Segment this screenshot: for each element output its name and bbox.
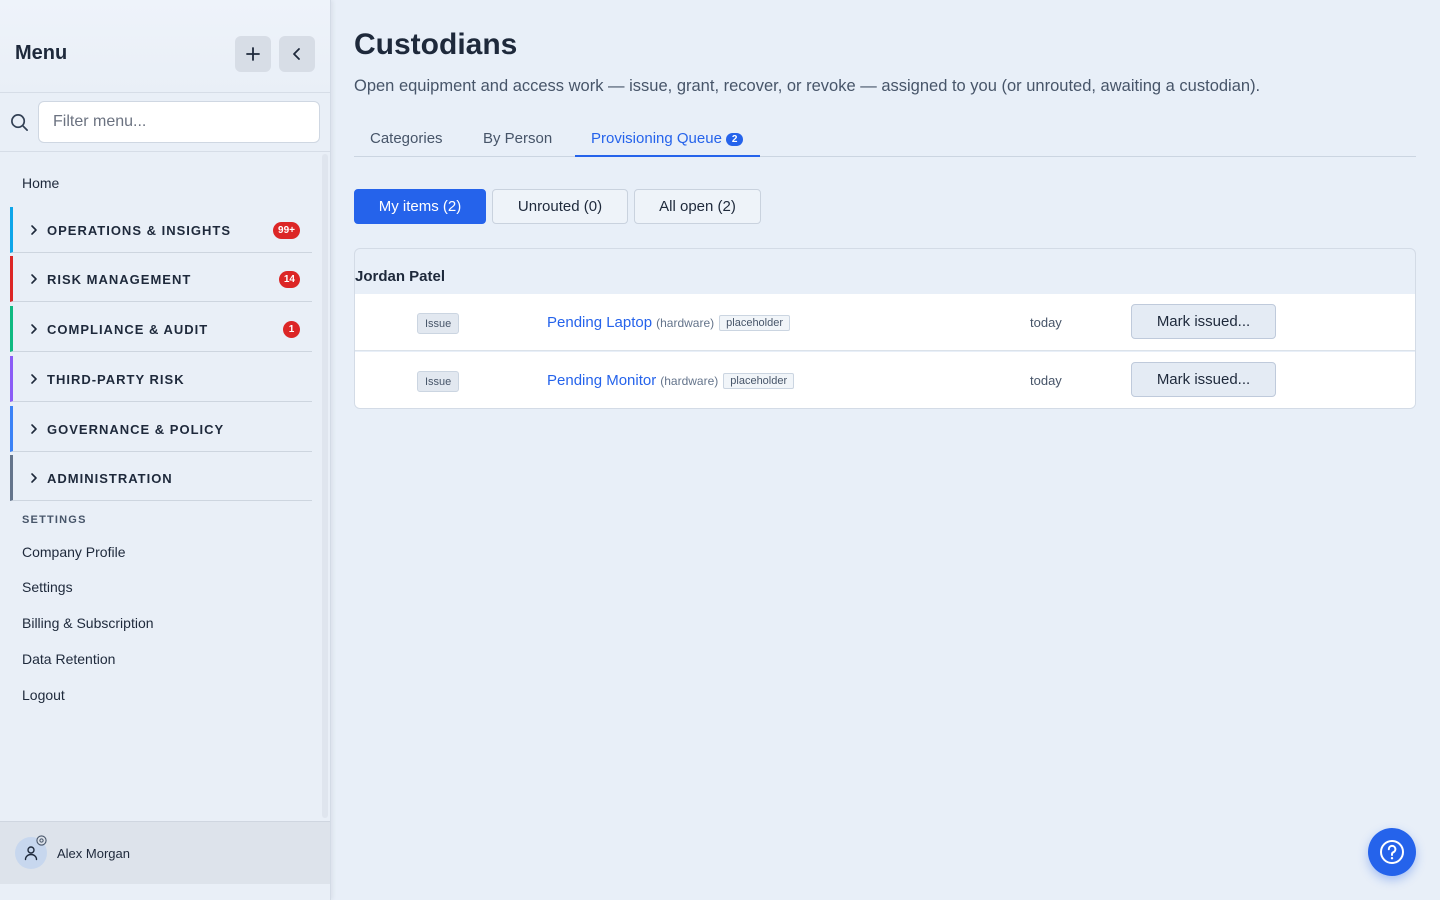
sidebar-item-billing-subscription[interactable]: Billing & Subscription xyxy=(22,615,154,631)
chevron-right-icon xyxy=(31,424,37,434)
chevron-left-icon xyxy=(293,48,300,60)
item-name: Pending Laptop xyxy=(547,314,653,331)
help-button[interactable] xyxy=(1368,828,1416,876)
count-badge: 1 xyxy=(283,321,300,338)
sidebar-group-label: COMPLIANCE & AUDIT xyxy=(47,322,209,337)
sidebar-group-label: OPERATIONS & INSIGHTS xyxy=(47,223,231,238)
sidebar-item-home[interactable]: Home xyxy=(22,175,59,191)
tab-provisioning-queue[interactable]: Provisioning Queue 2 xyxy=(575,130,760,157)
filter-menu-input[interactable] xyxy=(38,101,320,143)
sidebar-group-governance-policy[interactable]: GOVERNANCE & POLICY xyxy=(10,406,312,452)
tab-label: Categories xyxy=(370,130,443,147)
gear-icon xyxy=(36,835,47,846)
main-content: Custodians Open equipment and access wor… xyxy=(354,0,1416,900)
sidebar-group-label: THIRD-PARTY RISK xyxy=(47,372,185,387)
plus-icon xyxy=(246,47,260,61)
page-title: Custodians xyxy=(354,28,518,61)
action-kind-badge: Issue xyxy=(417,371,460,392)
chevron-right-icon xyxy=(31,225,37,235)
count-badge: 14 xyxy=(278,271,300,288)
filter-all-open-button[interactable]: All open (2) xyxy=(634,189,761,224)
table-row: Issue Pending Monitor (hardware) placehold… xyxy=(355,352,1415,408)
collapse-sidebar-button[interactable] xyxy=(279,36,315,72)
sidebar-scrollbar[interactable] xyxy=(322,154,328,818)
add-button[interactable] xyxy=(235,36,271,72)
sidebar-item-company-profile[interactable]: Company Profile xyxy=(22,544,126,560)
action-kind-badge: Issue xyxy=(417,313,460,334)
mark-issued-button[interactable]: Mark issued... xyxy=(1131,362,1276,397)
sidebar-group-label: RISK MANAGEMENT xyxy=(47,272,192,287)
item-tag: placeholder xyxy=(719,315,791,331)
sidebar-item-settings[interactable]: Settings xyxy=(22,579,73,595)
sidebar-group-label: ADMINISTRATION xyxy=(47,471,173,486)
filter-unrouted-button[interactable]: Unrouted (0) xyxy=(492,189,628,224)
item-name: Pending Monitor xyxy=(547,372,657,389)
sidebar-group-risk-management[interactable]: RISK MANAGEMENT 14 xyxy=(10,256,312,302)
sidebar-group-administration[interactable]: ADMINISTRATION xyxy=(10,455,312,501)
tab-label: Provisioning Queue xyxy=(591,130,722,147)
user-icon xyxy=(24,846,38,861)
user-profile-bar[interactable]: Alex Morgan xyxy=(0,821,330,884)
user-name: Alex Morgan xyxy=(57,846,130,861)
item-date: today xyxy=(1030,373,1062,388)
chevron-right-icon xyxy=(31,324,37,334)
item-link[interactable]: Pending Laptop (hardware) placeholder xyxy=(547,314,791,331)
item-link[interactable]: Pending Monitor (hardware) placeholder xyxy=(547,372,795,389)
count-badge: 99+ xyxy=(273,222,300,239)
menu-title: Menu xyxy=(15,42,68,64)
sidebar-group-operations-insights[interactable]: OPERATIONS & INSIGHTS 99+ xyxy=(10,207,312,253)
tab-categories[interactable]: Categories xyxy=(370,130,443,147)
sidebar-nav: Home OPERATIONS & INSIGHTS 99+ RISK MANA… xyxy=(0,152,330,821)
chevron-right-icon xyxy=(31,374,37,384)
tab-by-person[interactable]: By Person xyxy=(483,130,552,147)
tab-bar: Categories By Person Provisioning Queue 2 xyxy=(354,124,1416,157)
tab-label: By Person xyxy=(483,130,553,147)
sidebar-item-data-retention[interactable]: Data Retention xyxy=(22,651,115,667)
queue-panel: Jordan Patel Issue Pending Laptop (hardwa… xyxy=(354,248,1416,409)
sidebar-group-third-party-risk[interactable]: THIRD-PARTY RISK xyxy=(10,356,312,402)
search-icon xyxy=(11,114,28,131)
filter-my-items-button[interactable]: My items (2) xyxy=(354,189,486,224)
menu-filter-row xyxy=(0,93,330,152)
item-category: (hardware) xyxy=(660,374,719,388)
sidebar-item-logout[interactable]: Logout xyxy=(22,687,65,703)
settings-heading: SETTINGS xyxy=(22,514,87,526)
chevron-right-icon xyxy=(31,473,37,483)
mark-issued-button[interactable]: Mark issued... xyxy=(1131,304,1276,339)
page-subtitle: Open equipment and access work — issue, … xyxy=(354,77,1261,95)
question-icon xyxy=(1380,840,1404,864)
person-group-title: Jordan Patel xyxy=(355,268,446,285)
table-row: Issue Pending Laptop (hardware) placeholde… xyxy=(355,294,1415,351)
sidebar-group-label: GOVERNANCE & POLICY xyxy=(47,422,225,437)
item-category: (hardware) xyxy=(656,316,715,330)
sidebar: Menu Home OPERATIONS & INSIGHTS 99+ RISK… xyxy=(0,0,331,900)
item-date: today xyxy=(1030,315,1062,330)
menu-header: Menu xyxy=(0,0,330,93)
tab-count-badge: 2 xyxy=(725,133,744,146)
chevron-right-icon xyxy=(31,274,37,284)
sidebar-group-compliance-audit[interactable]: COMPLIANCE & AUDIT 1 xyxy=(10,306,312,352)
item-tag: placeholder xyxy=(723,373,795,389)
